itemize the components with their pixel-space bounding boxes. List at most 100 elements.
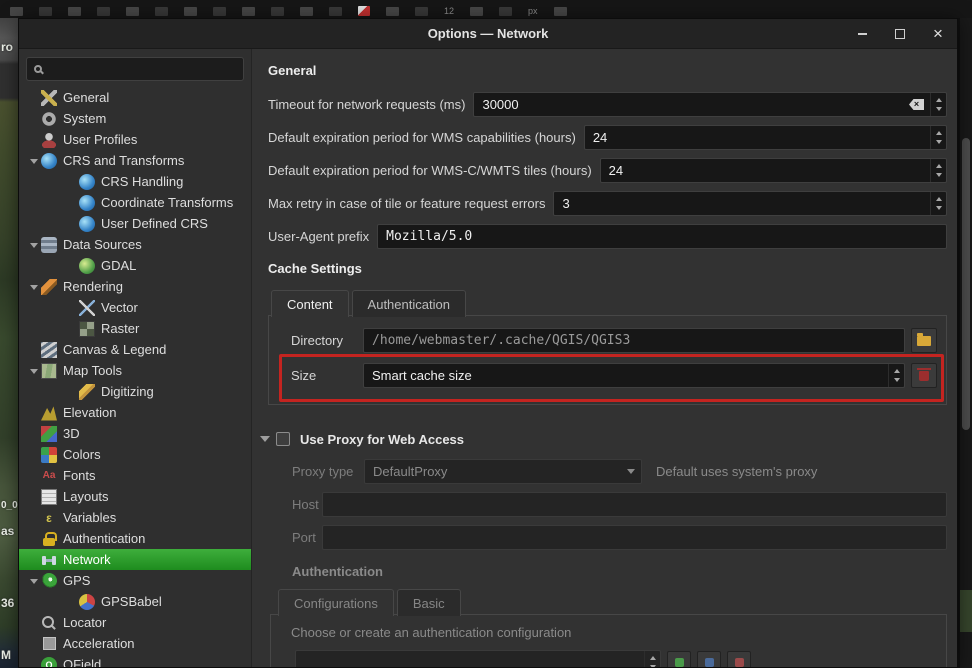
spin-down-icon[interactable]	[931, 171, 946, 183]
sidebar-item-acceleration[interactable]: Acceleration	[19, 633, 251, 654]
spin-up-icon[interactable]	[645, 651, 660, 663]
sidebar-item-elevation[interactable]: Elevation	[19, 402, 251, 423]
spin-down-icon[interactable]	[645, 663, 660, 668]
sidebar-item-3d[interactable]: 3D	[19, 423, 251, 444]
spin-up-icon[interactable]	[931, 192, 946, 204]
chevron-down-icon[interactable]	[26, 280, 41, 294]
tools-icon	[41, 90, 57, 106]
scrollbar-track[interactable]	[960, 18, 972, 668]
spin-down-icon[interactable]	[931, 138, 946, 150]
minimize-button[interactable]	[855, 27, 869, 41]
proxy-type-dropdown[interactable]: DefaultProxy	[364, 459, 642, 484]
sidebar-item-map-tools[interactable]: Map Tools	[19, 360, 251, 381]
spin-down-icon[interactable]	[931, 105, 946, 117]
sidebar-item-gdal[interactable]: GDAL	[19, 255, 251, 276]
browse-folder-button[interactable]	[911, 328, 937, 353]
search-input[interactable]	[48, 62, 236, 76]
cache-directory-input[interactable]: /home/webmaster/.cache/QGIS/QGIS3	[363, 328, 905, 353]
maximize-button[interactable]	[893, 27, 907, 41]
sidebar-item-crs-and-transforms[interactable]: CRS and Transforms	[19, 150, 251, 171]
sidebar-item-label: General	[63, 90, 109, 105]
add-config-button[interactable]	[667, 651, 691, 668]
sidebar-item-label: Coordinate Transforms	[101, 195, 233, 210]
toolbar-icon	[499, 7, 512, 16]
spinner-buttons[interactable]	[930, 159, 946, 182]
sidebar-item-locator[interactable]: Locator	[19, 612, 251, 633]
sidebar-item-gpsbabel[interactable]: GPSBabel	[19, 591, 251, 612]
toolbar-icon	[271, 7, 284, 16]
chevron-down-icon[interactable]	[26, 238, 41, 252]
tab-authentication[interactable]: Authentication	[352, 290, 466, 317]
close-button[interactable]	[931, 27, 945, 41]
host-input[interactable]	[322, 492, 947, 517]
spin-down-icon[interactable]	[931, 204, 946, 216]
sidebar-item-gps[interactable]: GPS	[19, 570, 251, 591]
toolbar-icon	[126, 7, 139, 16]
wmts-expiration-spinbox[interactable]: 24	[600, 158, 947, 183]
sidebar-item-variables[interactable]: Variables	[19, 507, 251, 528]
sidebar-item-coordinate-transforms[interactable]: Coordinate Transforms	[19, 192, 251, 213]
auth-config-dropdown[interactable]	[295, 650, 661, 667]
clear-icon[interactable]	[909, 99, 924, 110]
sidebar-item-crs-handling[interactable]: CRS Handling	[19, 171, 251, 192]
spin-down-icon[interactable]	[889, 376, 904, 388]
spinner-buttons[interactable]	[930, 126, 946, 149]
timeout-spinbox[interactable]: 30000	[473, 92, 947, 117]
cache-size-combobox[interactable]: Smart cache size	[363, 363, 905, 388]
clear-cache-button[interactable]	[911, 363, 937, 388]
spin-up-icon[interactable]	[931, 159, 946, 171]
chevron-down-icon[interactable]	[26, 574, 41, 588]
chevron-down-icon[interactable]	[260, 436, 270, 447]
spinner-buttons[interactable]	[930, 93, 946, 116]
sidebar-item-system[interactable]: System	[19, 108, 251, 129]
spinner-buttons[interactable]	[644, 651, 660, 667]
spinner-buttons[interactable]	[888, 364, 904, 387]
remove-config-button[interactable]	[727, 651, 751, 668]
sidebar-item-user-profiles[interactable]: User Profiles	[19, 129, 251, 150]
sidebar-item-label: Network	[63, 552, 111, 567]
tab-content[interactable]: Content	[271, 290, 349, 317]
mountain-icon	[41, 405, 57, 421]
sidebar-item-layouts[interactable]: Layouts	[19, 486, 251, 507]
user-agent-input[interactable]: Mozilla/5.0	[377, 224, 947, 249]
spin-up-icon[interactable]	[931, 93, 946, 105]
sidebar-item-authentication[interactable]: Authentication	[19, 528, 251, 549]
sidebar-item-vector[interactable]: Vector	[19, 297, 251, 318]
port-input[interactable]	[322, 525, 947, 550]
sidebar-item-canvas-legend[interactable]: Canvas & Legend	[19, 339, 251, 360]
sidebar-search[interactable]	[26, 57, 244, 81]
chevron-down-icon[interactable]	[26, 364, 41, 378]
use-proxy-checkbox[interactable]	[276, 432, 290, 446]
spin-up-icon[interactable]	[931, 126, 946, 138]
sidebar-item-colors[interactable]: Colors	[19, 444, 251, 465]
max-retry-spinbox[interactable]: 3	[553, 191, 947, 216]
scrollbar-thumb[interactable]	[962, 138, 970, 430]
sidebar-item-label: Vector	[101, 300, 138, 315]
tab-basic[interactable]: Basic	[397, 589, 461, 616]
wms-expiration-spinbox[interactable]: 24	[584, 125, 947, 150]
toolbar-icon	[97, 7, 110, 16]
globe-green-icon	[79, 258, 95, 274]
dialog-titlebar[interactable]: Options — Network	[19, 19, 957, 49]
spin-up-icon[interactable]	[889, 364, 904, 376]
toolbar-icon	[184, 7, 197, 16]
field-label: Default expiration period for WMS capabi…	[268, 130, 576, 145]
sidebar-item-user-defined-crs[interactable]: User Defined CRS	[19, 213, 251, 234]
sidebar-item-label: User Defined CRS	[101, 216, 208, 231]
sidebar-item-qfield[interactable]: QField	[19, 654, 251, 667]
sidebar-item-data-sources[interactable]: Data Sources	[19, 234, 251, 255]
axes-3d-icon	[41, 426, 57, 442]
tab-configurations[interactable]: Configurations	[278, 589, 394, 616]
sidebar-item-rendering[interactable]: Rendering	[19, 276, 251, 297]
chevron-down-icon[interactable]	[26, 154, 41, 168]
raster-icon	[79, 321, 95, 337]
sidebar-item-general[interactable]: General	[19, 87, 251, 108]
spinner-buttons[interactable]	[930, 192, 946, 215]
sidebar-item-label: CRS and Transforms	[63, 153, 184, 168]
edit-config-button[interactable]	[697, 651, 721, 668]
sidebar-item-fonts[interactable]: Fonts	[19, 465, 251, 486]
sidebar-item-network[interactable]: Network	[19, 549, 251, 570]
auth-config-row	[295, 650, 938, 667]
sidebar-item-raster[interactable]: Raster	[19, 318, 251, 339]
sidebar-item-digitizing[interactable]: Digitizing	[19, 381, 251, 402]
